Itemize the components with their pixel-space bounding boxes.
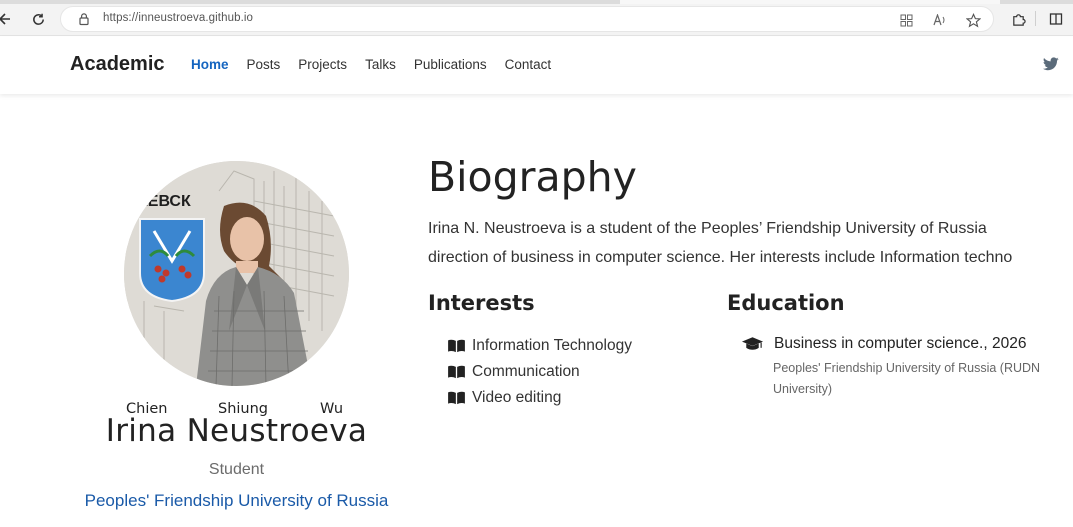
nav-posts[interactable]: Posts (247, 57, 281, 72)
split-screen-icon[interactable] (1046, 9, 1066, 29)
nav-publications[interactable]: Publications (414, 57, 487, 72)
biography-line: direction of business in computer scienc… (428, 249, 1013, 266)
apps-icon[interactable] (897, 11, 915, 29)
education-school: Peoples' Friendship University of Russia… (773, 361, 1041, 396)
education-degree-row: Business in computer science., 2026 (741, 333, 1073, 355)
browser-toolbar: https://inneustroeva.github.io (0, 0, 1073, 36)
twitter-icon[interactable] (1043, 57, 1059, 71)
site-brand[interactable]: Academic (70, 53, 165, 76)
interests-list: Information Technology Communication Vid… (447, 333, 632, 411)
graduation-cap-icon (741, 337, 764, 350)
extensions-icon[interactable] (1008, 9, 1028, 29)
list-item: Communication (447, 359, 632, 385)
education-item: Business in computer science., 2026 Peop… (741, 333, 1073, 400)
back-icon[interactable] (0, 9, 14, 29)
avatar-sign-text: КЕВСК (138, 193, 191, 210)
book-icon (448, 365, 465, 379)
biography-title: Biography (428, 153, 637, 201)
nav-contact[interactable]: Contact (505, 57, 552, 72)
nav-home[interactable]: Home (191, 57, 229, 72)
tab-strip (0, 0, 1073, 4)
biography-line: Irina N. Neustroeva is a student of the … (428, 220, 987, 237)
url-text: https://inneustroeva.github.io (103, 12, 254, 24)
profile-organization-link[interactable]: Peoples' Friendship University of Russia (84, 490, 389, 512)
avatar: КЕВСК (124, 161, 349, 386)
interest-label: Communication (472, 363, 580, 380)
interests-title: Interests (428, 291, 535, 315)
address-bar[interactable]: https://inneustroeva.github.io (60, 6, 994, 32)
profile-role: Student (208, 461, 265, 478)
list-item: Information Technology (447, 333, 632, 359)
book-icon (448, 391, 465, 405)
biography-text: Irina N. Neustroeva is a student of the … (428, 214, 1073, 272)
interest-label: Information Technology (472, 337, 632, 354)
nav-talks[interactable]: Talks (365, 57, 396, 72)
book-icon (448, 339, 465, 353)
nav-links: Home Posts Projects Talks Publications C… (191, 57, 569, 72)
active-tab-edge (620, 0, 1000, 4)
favorite-star-icon[interactable] (964, 11, 982, 29)
site-navbar: Academic Home Posts Projects Talks Publi… (0, 37, 1073, 94)
profile-name: Irina Neustroeva (105, 413, 368, 449)
education-title: Education (727, 291, 845, 315)
lock-icon (79, 13, 89, 26)
nav-projects[interactable]: Projects (298, 57, 347, 72)
read-aloud-icon[interactable] (931, 11, 949, 29)
toolbar-divider (1035, 11, 1036, 26)
list-item: Video editing (447, 385, 632, 411)
interest-label: Video editing (472, 389, 562, 406)
education-degree: Business in computer science., 2026 (774, 335, 1027, 352)
reload-icon[interactable] (28, 9, 48, 29)
